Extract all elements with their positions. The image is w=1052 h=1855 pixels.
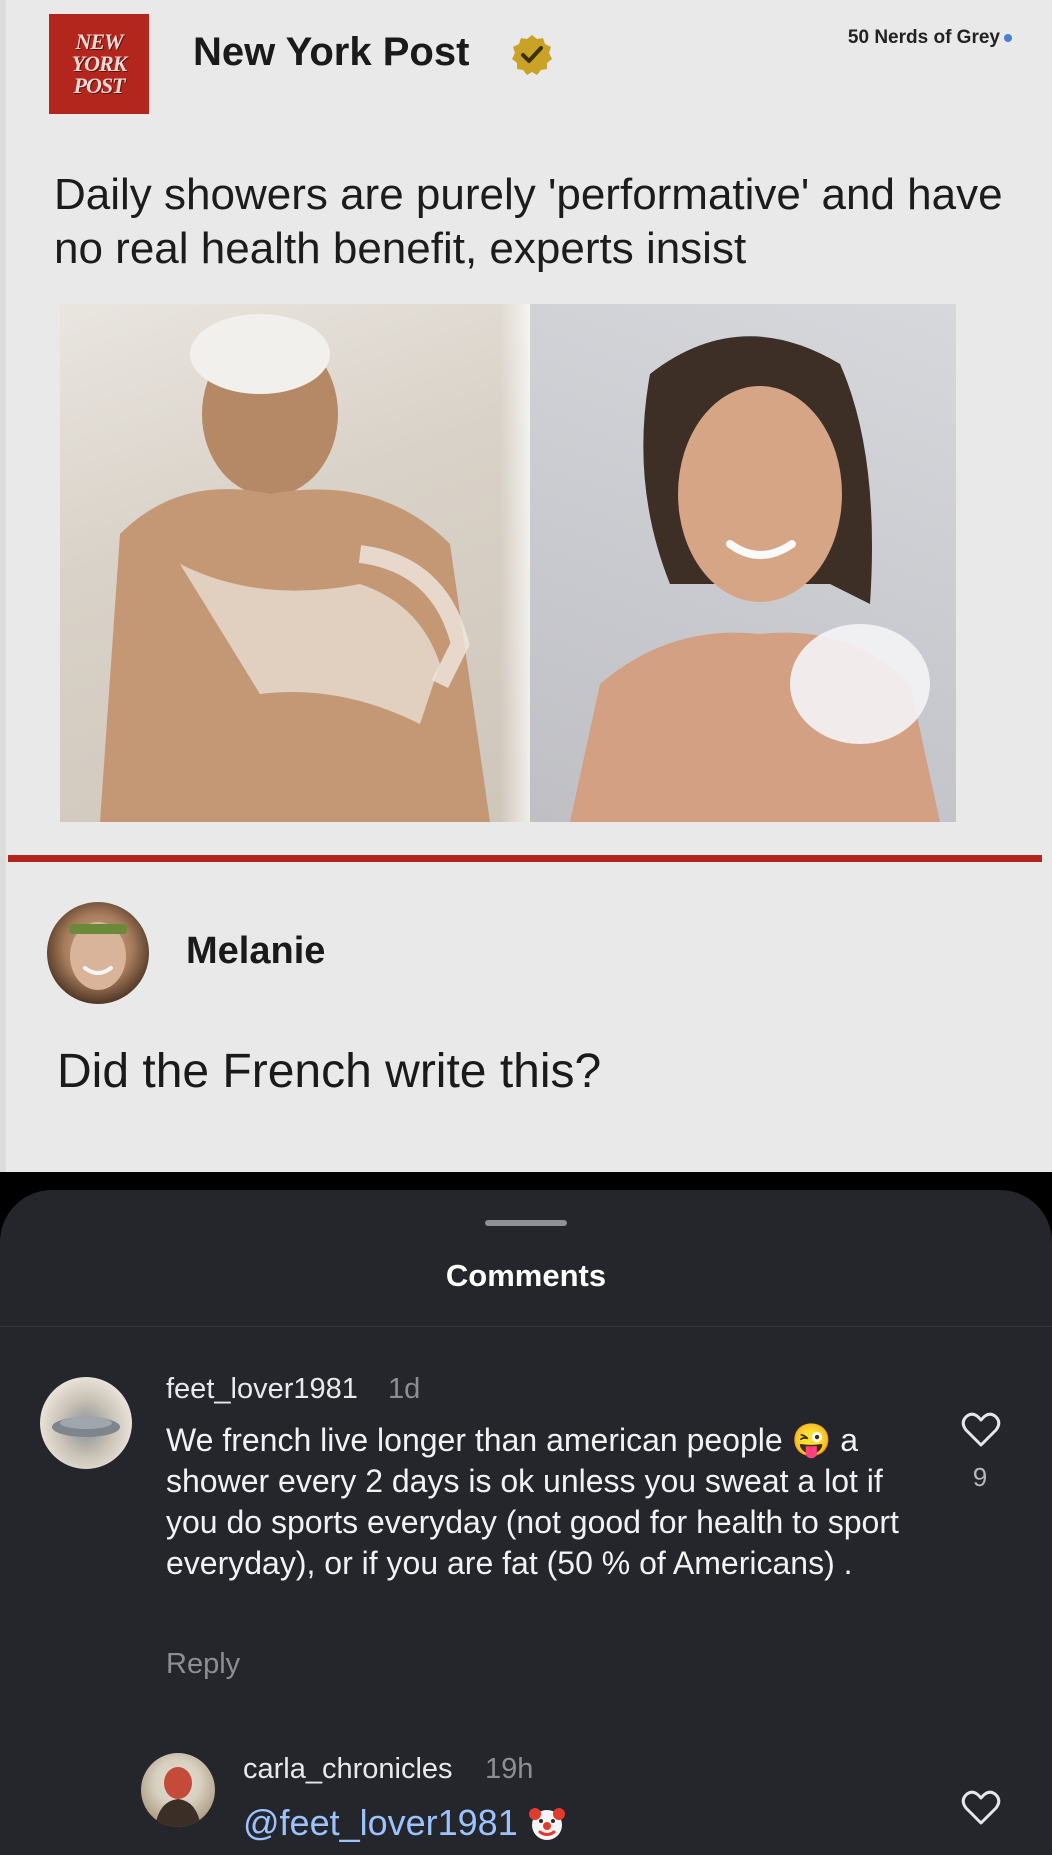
heart-icon[interactable] xyxy=(961,1790,1001,1826)
man-silhouette xyxy=(100,314,490,822)
logo-line-1: NEW xyxy=(75,29,123,54)
logo-line-2: YORK xyxy=(71,51,128,76)
reposter-caption: Did the French write this? xyxy=(57,1045,602,1098)
heart-icon[interactable] xyxy=(961,1412,1001,1448)
reply-username[interactable]: carla_chronicles xyxy=(243,1753,453,1786)
photo-man-showering xyxy=(60,304,540,822)
section-divider xyxy=(8,855,1042,862)
commenter-avatar[interactable] xyxy=(40,1377,132,1469)
reposter-avatar[interactable] xyxy=(47,902,149,1004)
photo-woman-showering xyxy=(530,304,956,822)
shared-post[interactable]: NEW YORK POST New York Post 50 Nerds of … xyxy=(0,0,1052,1172)
reply-avatar[interactable] xyxy=(141,1753,215,1827)
screen: NEW YORK POST New York Post 50 Nerds of … xyxy=(0,0,1052,1855)
reply-avatar-image xyxy=(155,1767,201,1827)
article-photo[interactable] xyxy=(60,304,956,822)
reposter-avatar-image xyxy=(69,922,127,990)
like-count: 9 xyxy=(972,1462,988,1492)
commenter-avatar-image xyxy=(52,1417,120,1437)
post-edge xyxy=(0,0,6,1172)
headline: Daily showers are purely 'performative' … xyxy=(54,170,1003,273)
woman-silhouette xyxy=(570,336,940,822)
comment-username[interactable]: feet_lover1981 xyxy=(166,1373,358,1406)
reposter-name[interactable]: Melanie xyxy=(186,930,325,973)
comment-text: We french live longer than american peop… xyxy=(166,1422,899,1581)
logo-line-3: POST xyxy=(73,73,126,98)
watermark: 50 Nerds of Grey xyxy=(848,27,1012,49)
clown-emoji-icon xyxy=(528,1808,565,1840)
sheet-title: Comments xyxy=(445,1258,607,1293)
verified-badge-icon xyxy=(512,35,552,75)
sheet-drag-handle[interactable] xyxy=(485,1220,567,1226)
reply-text: @feet_lover1981 xyxy=(243,1802,566,1844)
watermark-verified-icon xyxy=(1004,34,1012,42)
reply-mention[interactable]: @feet_lover1981 xyxy=(243,1802,518,1844)
comments-sheet: Comments feet_lover1981 1d We french liv… xyxy=(0,1190,1052,1855)
publisher-logo[interactable]: NEW YORK POST xyxy=(49,14,149,114)
comment-time: 1d xyxy=(388,1373,421,1405)
reply-button[interactable]: Reply xyxy=(166,1648,240,1681)
sheet-divider xyxy=(0,1326,1052,1327)
publisher-name[interactable]: New York Post xyxy=(193,30,469,75)
reply-time: 19h xyxy=(485,1753,534,1785)
watermark-text: 50 Nerds of Grey xyxy=(847,27,1000,48)
